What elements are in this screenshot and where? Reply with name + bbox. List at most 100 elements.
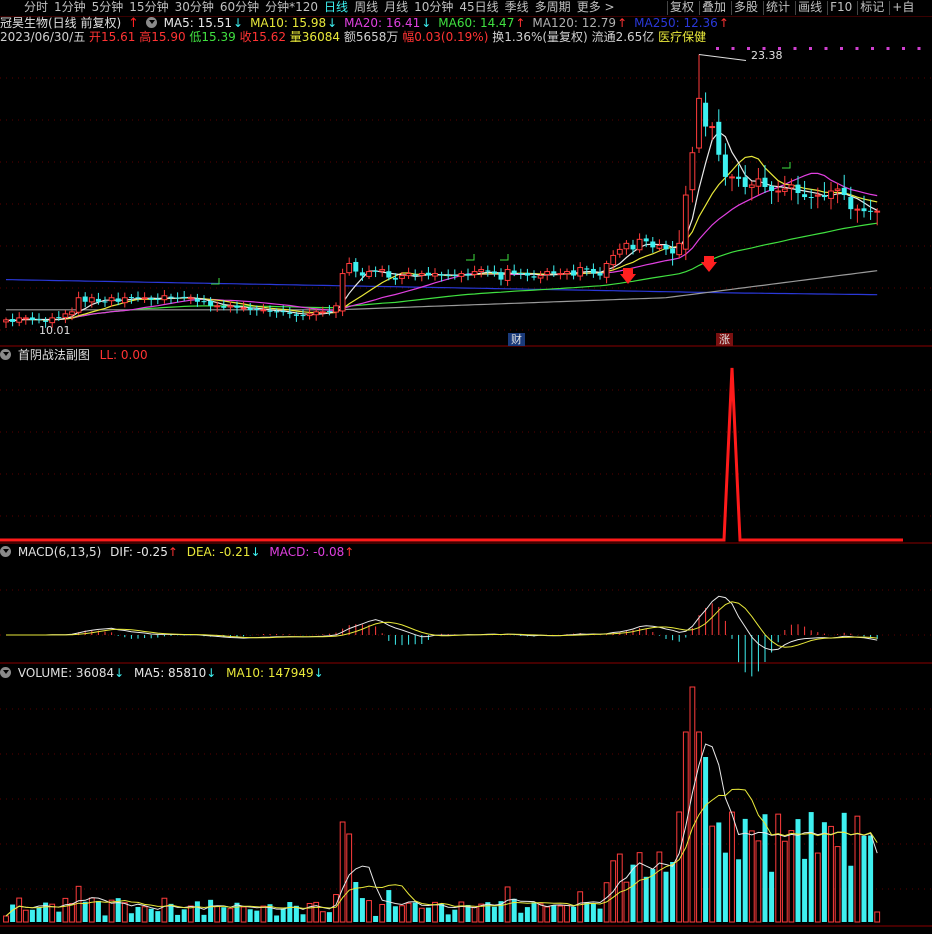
candle-body [557,273,564,276]
candle-body [643,238,649,242]
candle-body [187,297,194,300]
period-tab-0[interactable]: 分时 [24,0,48,16]
quote-industry[interactable]: 医疗保健 [658,30,706,44]
period-tab-7[interactable]: 日线 [324,0,348,16]
volume-bar [439,903,445,922]
toolbar-tool-7[interactable]: +自 [892,0,914,16]
volume-bar [445,914,451,922]
dropdown-icon[interactable] [0,546,11,557]
volume-bar [452,909,458,922]
candle-body [478,269,485,272]
volume-bar [630,864,636,922]
volume-bar [716,822,722,922]
volume-bar [861,835,867,922]
toolbar-tool-2[interactable]: 多股 [734,0,758,16]
dropdown-icon[interactable] [0,349,11,360]
up-arrow-icon: ↑ [128,16,139,31]
volume-bar [240,906,247,923]
kline-chart-canvas[interactable] [0,0,932,934]
toolbar-tool-6[interactable]: 标记 [860,0,884,16]
volume-bar [359,898,365,922]
candle-body [834,188,841,192]
volume-bar [722,852,728,922]
quote-date: 2023/06/30/五 [0,30,86,44]
ma-list: MA5: 15.51↓ MA10: 15.98↓ MA20: 16.41↓ MA60:… [164,16,736,30]
candle-body [36,319,42,321]
volume-bar [755,840,762,923]
finance-marker[interactable]: 财 [508,333,525,346]
volume-bar [82,901,88,922]
period-tab-5[interactable]: 60分钟 [220,0,259,16]
period-tab-13[interactable]: 多周期 [535,0,571,16]
period-tab-1[interactable]: 1分钟 [54,0,86,16]
period-tab-4[interactable]: 30分钟 [175,0,214,16]
candle-body [689,152,696,191]
candle-body [155,298,161,300]
volume-ma5-arrow: ↓ [206,666,217,680]
candle-body [373,270,379,272]
toolbar-tool-5[interactable]: F10 [830,0,852,16]
macd-dea-line [6,601,878,648]
toolbar-tool-3[interactable]: 统计 [766,0,790,16]
candle-body [551,271,557,274]
volume-bar [29,909,35,922]
volume-arrow: ↓ [114,666,125,680]
signal-dot [731,47,735,50]
candle-body [788,184,795,189]
quote-volume: 量36084 [289,30,340,44]
candle-body [439,274,445,276]
candle-body [333,305,339,313]
ma-arrow-5: ↑ [718,16,729,30]
volume-bar [287,902,293,922]
candle-body [49,317,56,324]
dropdown-icon[interactable] [0,667,11,678]
period-tab-6[interactable]: 分钟*120 [265,0,318,16]
volume-bar [155,911,161,922]
toolbar-tool-4[interactable]: 画线 [798,0,822,16]
candle-body [590,268,596,274]
period-tab-8[interactable]: 周线 [354,0,378,16]
candle-body [821,195,827,198]
candle-body [564,271,570,275]
volume-bar [194,901,200,922]
volume-bar [729,811,735,923]
candle-body [518,273,524,275]
candle-body [577,267,584,277]
volume-bar [471,906,478,923]
period-tab-3[interactable]: 15分钟 [129,0,168,16]
volume-bar [703,757,709,922]
macd-dea-arrow: ↓ [250,545,261,559]
volume-bar [221,907,227,922]
max-price-label: 23.38 [751,49,783,62]
candle-body [729,176,735,179]
candle-body [82,296,88,302]
period-tab-2[interactable]: 5分钟 [92,0,124,16]
volume-bar [676,811,683,923]
candle-body [425,272,431,276]
period-tab-12[interactable]: 季线 [505,0,529,16]
candle-body [623,242,630,250]
candle-body [511,270,517,274]
candle-body [135,297,141,299]
period-tab-14[interactable]: 更多 > [577,0,615,16]
candle-body [128,297,134,299]
candle-body [10,318,16,322]
dropdown-icon[interactable] [145,17,157,28]
toolbar-tool-0[interactable]: 复权 [670,0,694,16]
candle-body [716,121,722,155]
period-tab-11[interactable]: 45日线 [459,0,498,16]
candle-body [663,244,669,250]
buy-hint-icon [466,254,475,261]
candle-body [603,263,610,278]
toolbar-tool-1[interactable]: 叠加 [702,0,726,16]
signal-dot [793,47,797,50]
candle-body [650,241,656,248]
volume-bar [319,911,326,923]
candle-body [703,102,709,127]
candle-body [62,313,69,318]
period-tab-9[interactable]: 月线 [384,0,408,16]
ma-legend-row: 冠昊生物(日线 前复权) ↑ MA5: 15.51↓ MA10: 15.98↓ MA… [0,16,736,31]
limit-up-marker[interactable]: 涨 [716,333,733,346]
candle-body [208,300,214,306]
period-tab-10[interactable]: 10分钟 [414,0,453,16]
